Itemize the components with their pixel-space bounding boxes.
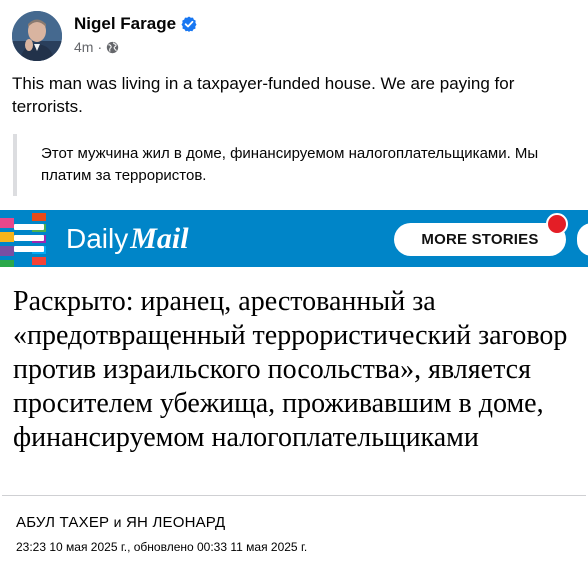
- post-header: Nigel Farage 4m ·: [12, 10, 572, 62]
- post-meta: 4m ·: [74, 39, 119, 55]
- author-name-label[interactable]: Nigel Farage: [74, 14, 176, 34]
- translation-quote: Этот мужчина жил в доме, финансируемом н…: [13, 134, 563, 196]
- article-timestamp: 23:23 10 мая 2025 г., обновлено 00:33 11…: [16, 540, 308, 554]
- globe-icon[interactable]: [106, 41, 119, 54]
- author-conjunction: и: [113, 514, 122, 530]
- post-time[interactable]: 4m: [74, 39, 93, 55]
- notification-dot: [546, 213, 568, 235]
- verified-badge-icon: [181, 16, 197, 32]
- logo-daily: Daily: [66, 223, 129, 254]
- divider: [2, 495, 586, 496]
- post-text: This man was living in a taxpayer-funded…: [12, 74, 515, 116]
- logo-mail: Mail: [130, 222, 189, 255]
- article-headline: Раскрыто: иранец, арестованный за «предо…: [13, 286, 568, 453]
- author-2[interactable]: ЯН ЛЕОНАРД: [126, 514, 225, 531]
- byline: АБУЛ ТАХЕР и ЯН ЛЕОНАРД: [16, 514, 225, 531]
- author-1[interactable]: АБУЛ ТАХЕР: [16, 514, 109, 531]
- dailymail-header-bar: Daily Mail MORE STORIES: [0, 210, 588, 267]
- author-name[interactable]: Nigel Farage: [74, 14, 197, 34]
- dailymail-logo[interactable]: Daily Mail: [66, 222, 189, 256]
- meta-separator: ·: [97, 39, 103, 55]
- avatar[interactable]: [12, 11, 62, 61]
- profile-button[interactable]: [577, 223, 588, 256]
- more-stories-button[interactable]: MORE STORIES: [394, 223, 566, 256]
- menu-icon[interactable]: [0, 210, 52, 267]
